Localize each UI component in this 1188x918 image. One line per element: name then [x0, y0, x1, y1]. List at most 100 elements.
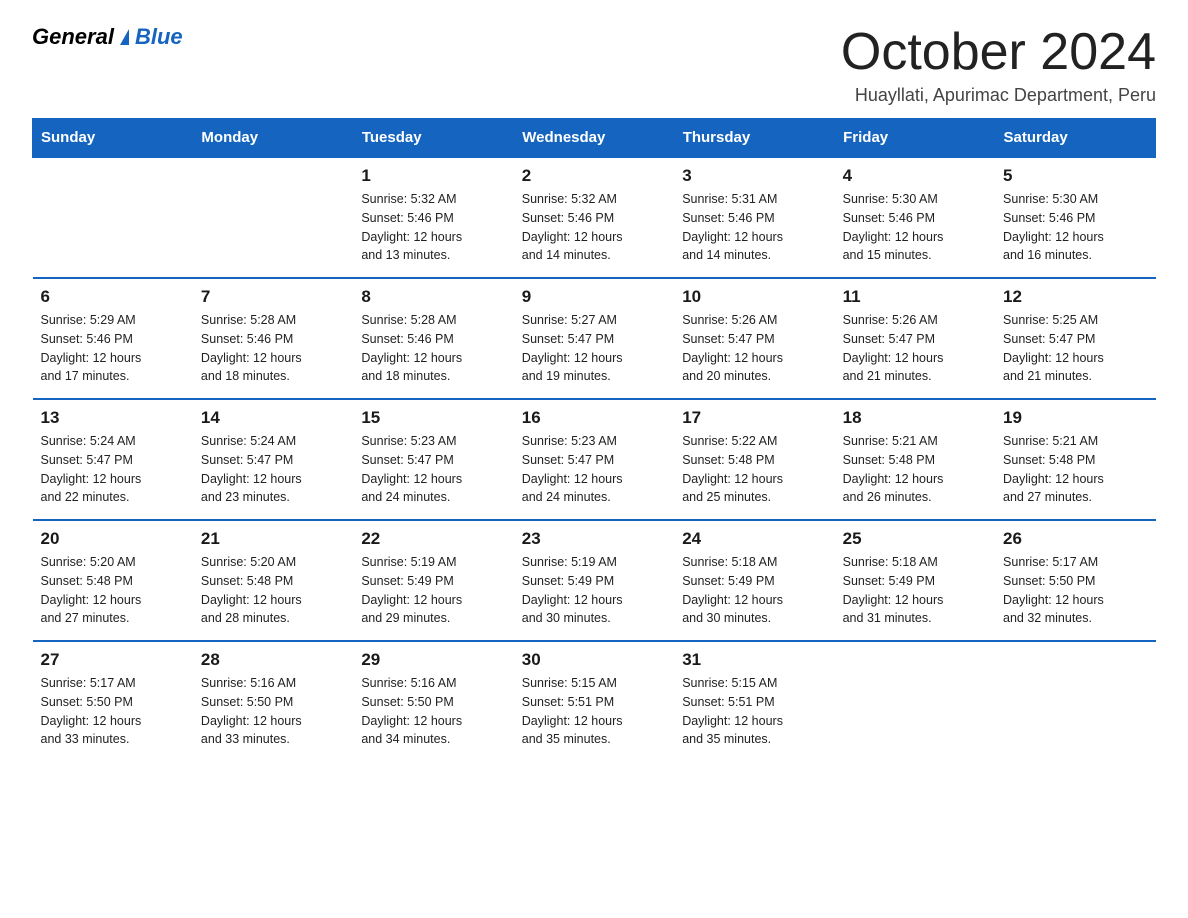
- day-info: Sunrise: 5:17 AMSunset: 5:50 PMDaylight:…: [41, 674, 185, 749]
- day-number: 31: [682, 650, 826, 670]
- day-info: Sunrise: 5:31 AMSunset: 5:46 PMDaylight:…: [682, 190, 826, 265]
- day-number: 8: [361, 287, 505, 307]
- weekday-header-saturday: Saturday: [995, 119, 1155, 158]
- calendar-cell: [33, 157, 193, 278]
- calendar-body: 1 Sunrise: 5:32 AMSunset: 5:46 PMDaylight…: [33, 157, 1156, 761]
- calendar-cell: [835, 641, 995, 761]
- day-number: 10: [682, 287, 826, 307]
- day-number: 23: [522, 529, 666, 549]
- calendar-cell: 17 Sunrise: 5:22 AMSunset: 5:48 PMDayligh…: [674, 399, 834, 520]
- calendar-cell: 14 Sunrise: 5:24 AMSunset: 5:47 PMDayligh…: [193, 399, 353, 520]
- day-number: 25: [843, 529, 987, 549]
- calendar-table: SundayMondayTuesdayWednesdayThursdayFrid…: [32, 118, 1156, 761]
- day-number: 30: [522, 650, 666, 670]
- day-info: Sunrise: 5:28 AMSunset: 5:46 PMDaylight:…: [361, 311, 505, 386]
- day-info: Sunrise: 5:15 AMSunset: 5:51 PMDaylight:…: [682, 674, 826, 749]
- weekday-header-tuesday: Tuesday: [353, 119, 513, 158]
- day-number: 27: [41, 650, 185, 670]
- day-number: 29: [361, 650, 505, 670]
- logo-blue: Blue: [135, 24, 183, 49]
- day-number: 26: [1003, 529, 1147, 549]
- day-number: 14: [201, 408, 345, 428]
- calendar-cell: 23Sunrise: 5:19 AMSunset: 5:49 PMDayligh…: [514, 520, 674, 641]
- calendar-header-row: SundayMondayTuesdayWednesdayThursdayFrid…: [33, 119, 1156, 158]
- calendar-cell: 29 Sunrise: 5:16 AMSunset: 5:50 PMDayligh…: [353, 641, 513, 761]
- weekday-header-monday: Monday: [193, 119, 353, 158]
- day-number: 1: [361, 166, 505, 186]
- month-title: October 2024: [841, 24, 1156, 81]
- day-number: 11: [843, 287, 987, 307]
- calendar-cell: 4 Sunrise: 5:30 AMSunset: 5:46 PMDaylight…: [835, 157, 995, 278]
- day-number: 22: [361, 529, 505, 549]
- day-info: Sunrise: 5:19 AMSunset: 5:49 PMDaylight:…: [361, 553, 505, 628]
- day-number: 12: [1003, 287, 1147, 307]
- logo: General Blue: [32, 24, 183, 50]
- day-info: Sunrise: 5:23 AMSunset: 5:47 PMDaylight:…: [361, 432, 505, 507]
- day-number: 28: [201, 650, 345, 670]
- calendar-week-3: 13Sunrise: 5:24 AMSunset: 5:47 PMDayligh…: [33, 399, 1156, 520]
- calendar-cell: 26Sunrise: 5:17 AMSunset: 5:50 PMDayligh…: [995, 520, 1155, 641]
- calendar-cell: [193, 157, 353, 278]
- day-info: Sunrise: 5:18 AMSunset: 5:49 PMDaylight:…: [843, 553, 987, 628]
- day-number: 7: [201, 287, 345, 307]
- day-info: Sunrise: 5:21 AMSunset: 5:48 PMDaylight:…: [1003, 432, 1147, 507]
- weekday-header-friday: Friday: [835, 119, 995, 158]
- day-info: Sunrise: 5:22 AMSunset: 5:48 PMDaylight:…: [682, 432, 826, 507]
- day-number: 20: [41, 529, 185, 549]
- day-info: Sunrise: 5:26 AMSunset: 5:47 PMDaylight:…: [843, 311, 987, 386]
- day-info: Sunrise: 5:18 AMSunset: 5:49 PMDaylight:…: [682, 553, 826, 628]
- day-number: 6: [41, 287, 185, 307]
- day-number: 9: [522, 287, 666, 307]
- day-number: 17: [682, 408, 826, 428]
- calendar-cell: 7 Sunrise: 5:28 AMSunset: 5:46 PMDaylight…: [193, 278, 353, 399]
- calendar-cell: 18 Sunrise: 5:21 AMSunset: 5:48 PMDayligh…: [835, 399, 995, 520]
- day-info: Sunrise: 5:32 AMSunset: 5:46 PMDaylight:…: [522, 190, 666, 265]
- title-block: October 2024 Huayllati, Apurimac Departm…: [841, 24, 1156, 106]
- calendar-cell: [995, 641, 1155, 761]
- day-info: Sunrise: 5:24 AMSunset: 5:47 PMDaylight:…: [201, 432, 345, 507]
- calendar-cell: 2 Sunrise: 5:32 AMSunset: 5:46 PMDaylight…: [514, 157, 674, 278]
- page-header: General Blue October 2024 Huayllati, Apu…: [32, 24, 1156, 106]
- weekday-header-thursday: Thursday: [674, 119, 834, 158]
- calendar-cell: 15 Sunrise: 5:23 AMSunset: 5:47 PMDayligh…: [353, 399, 513, 520]
- calendar-week-4: 20 Sunrise: 5:20 AMSunset: 5:48 PMDayligh…: [33, 520, 1156, 641]
- day-info: Sunrise: 5:28 AMSunset: 5:46 PMDaylight:…: [201, 311, 345, 386]
- day-info: Sunrise: 5:16 AMSunset: 5:50 PMDaylight:…: [201, 674, 345, 749]
- calendar-cell: 19 Sunrise: 5:21 AMSunset: 5:48 PMDayligh…: [995, 399, 1155, 520]
- calendar-week-1: 1 Sunrise: 5:32 AMSunset: 5:46 PMDaylight…: [33, 157, 1156, 278]
- day-info: Sunrise: 5:20 AMSunset: 5:48 PMDaylight:…: [201, 553, 345, 628]
- calendar-cell: 3Sunrise: 5:31 AMSunset: 5:46 PMDaylight…: [674, 157, 834, 278]
- calendar-cell: 25 Sunrise: 5:18 AMSunset: 5:49 PMDayligh…: [835, 520, 995, 641]
- day-info: Sunrise: 5:20 AMSunset: 5:48 PMDaylight:…: [41, 553, 185, 628]
- calendar-cell: 6Sunrise: 5:29 AMSunset: 5:46 PMDaylight…: [33, 278, 193, 399]
- day-number: 15: [361, 408, 505, 428]
- calendar-cell: 1Sunrise: 5:32 AMSunset: 5:46 PMDaylight…: [353, 157, 513, 278]
- location-subtitle: Huayllati, Apurimac Department, Peru: [841, 85, 1156, 106]
- weekday-header-wednesday: Wednesday: [514, 119, 674, 158]
- day-number: 18: [843, 408, 987, 428]
- day-info: Sunrise: 5:24 AMSunset: 5:47 PMDaylight:…: [41, 432, 185, 507]
- calendar-cell: 30 Sunrise: 5:15 AMSunset: 5:51 PMDayligh…: [514, 641, 674, 761]
- day-info: Sunrise: 5:30 AMSunset: 5:46 PMDaylight:…: [843, 190, 987, 265]
- calendar-cell: 13Sunrise: 5:24 AMSunset: 5:47 PMDayligh…: [33, 399, 193, 520]
- logo-general: General: [32, 24, 114, 50]
- calendar-cell: 21 Sunrise: 5:20 AMSunset: 5:48 PMDayligh…: [193, 520, 353, 641]
- calendar-cell: 22 Sunrise: 5:19 AMSunset: 5:49 PMDayligh…: [353, 520, 513, 641]
- day-number: 21: [201, 529, 345, 549]
- calendar-cell: 5Sunrise: 5:30 AMSunset: 5:46 PMDaylight…: [995, 157, 1155, 278]
- calendar-cell: 24 Sunrise: 5:18 AMSunset: 5:49 PMDayligh…: [674, 520, 834, 641]
- day-info: Sunrise: 5:21 AMSunset: 5:48 PMDaylight:…: [843, 432, 987, 507]
- calendar-cell: 8 Sunrise: 5:28 AMSunset: 5:46 PMDaylight…: [353, 278, 513, 399]
- day-number: 16: [522, 408, 666, 428]
- day-info: Sunrise: 5:15 AMSunset: 5:51 PMDaylight:…: [522, 674, 666, 749]
- calendar-cell: 10 Sunrise: 5:26 AMSunset: 5:47 PMDayligh…: [674, 278, 834, 399]
- day-number: 19: [1003, 408, 1147, 428]
- calendar-cell: 9Sunrise: 5:27 AMSunset: 5:47 PMDaylight…: [514, 278, 674, 399]
- day-number: 24: [682, 529, 826, 549]
- day-info: Sunrise: 5:26 AMSunset: 5:47 PMDaylight:…: [682, 311, 826, 386]
- day-number: 2: [522, 166, 666, 186]
- day-info: Sunrise: 5:16 AMSunset: 5:50 PMDaylight:…: [361, 674, 505, 749]
- calendar-cell: 27 Sunrise: 5:17 AMSunset: 5:50 PMDayligh…: [33, 641, 193, 761]
- day-number: 4: [843, 166, 987, 186]
- calendar-week-5: 27 Sunrise: 5:17 AMSunset: 5:50 PMDayligh…: [33, 641, 1156, 761]
